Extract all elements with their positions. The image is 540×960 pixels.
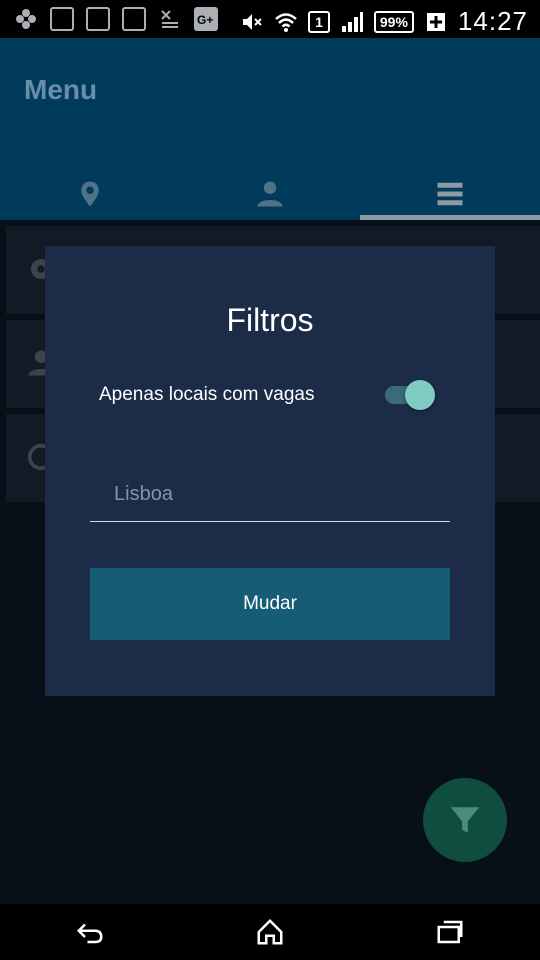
location-input[interactable] <box>90 468 450 522</box>
back-icon <box>76 923 103 944</box>
app-icon <box>14 7 38 31</box>
recent-apps-button[interactable] <box>420 912 480 952</box>
location-pin-icon <box>81 181 99 207</box>
dialog-title: Filtros <box>226 302 314 338</box>
switch-thumb <box>405 380 435 410</box>
home-button[interactable] <box>240 912 300 952</box>
image-icon <box>50 7 74 31</box>
filter-fab[interactable] <box>423 778 507 862</box>
tab-menu[interactable] <box>360 168 540 220</box>
tab-bar <box>0 168 540 220</box>
app-bar: Menu <box>0 38 540 220</box>
hamburger-menu-icon <box>437 182 463 206</box>
charging-icon <box>426 12 445 31</box>
available-only-switch[interactable] <box>385 380 437 410</box>
system-icons: 1 99% 14:27 <box>240 6 528 37</box>
sim-indicator: 1 <box>308 10 330 33</box>
tab-map[interactable] <box>0 168 180 220</box>
recent-apps-icon <box>437 920 463 944</box>
toggle-label: Apenas locais com vagas <box>99 384 315 405</box>
missed-call-icon <box>158 7 182 31</box>
home-icon <box>257 918 283 945</box>
svg-text:G+: G+ <box>197 13 213 27</box>
wifi-icon <box>275 12 297 32</box>
notification-icons: G+ <box>14 7 218 31</box>
info-icon <box>86 7 110 31</box>
page-title: Menu <box>24 74 98 105</box>
tab-profile[interactable] <box>180 168 360 220</box>
signal-icon <box>341 11 363 32</box>
battery-icon: 99% <box>373 10 414 33</box>
message-icon <box>122 7 146 31</box>
filter-dialog: Filtros Apenas locais com vagas Mudar <box>45 246 495 696</box>
back-button[interactable] <box>60 912 120 952</box>
mudar-button[interactable]: Mudar <box>90 568 450 640</box>
google-plus-icon: G+ <box>194 7 218 31</box>
clock: 14:27 <box>457 6 528 36</box>
person-icon <box>257 181 283 207</box>
filter-funnel-icon <box>450 807 480 833</box>
system-nav-bar <box>0 904 540 960</box>
status-bar: G+ 1 99% 14:27 <box>0 0 540 38</box>
mute-icon <box>243 13 262 30</box>
